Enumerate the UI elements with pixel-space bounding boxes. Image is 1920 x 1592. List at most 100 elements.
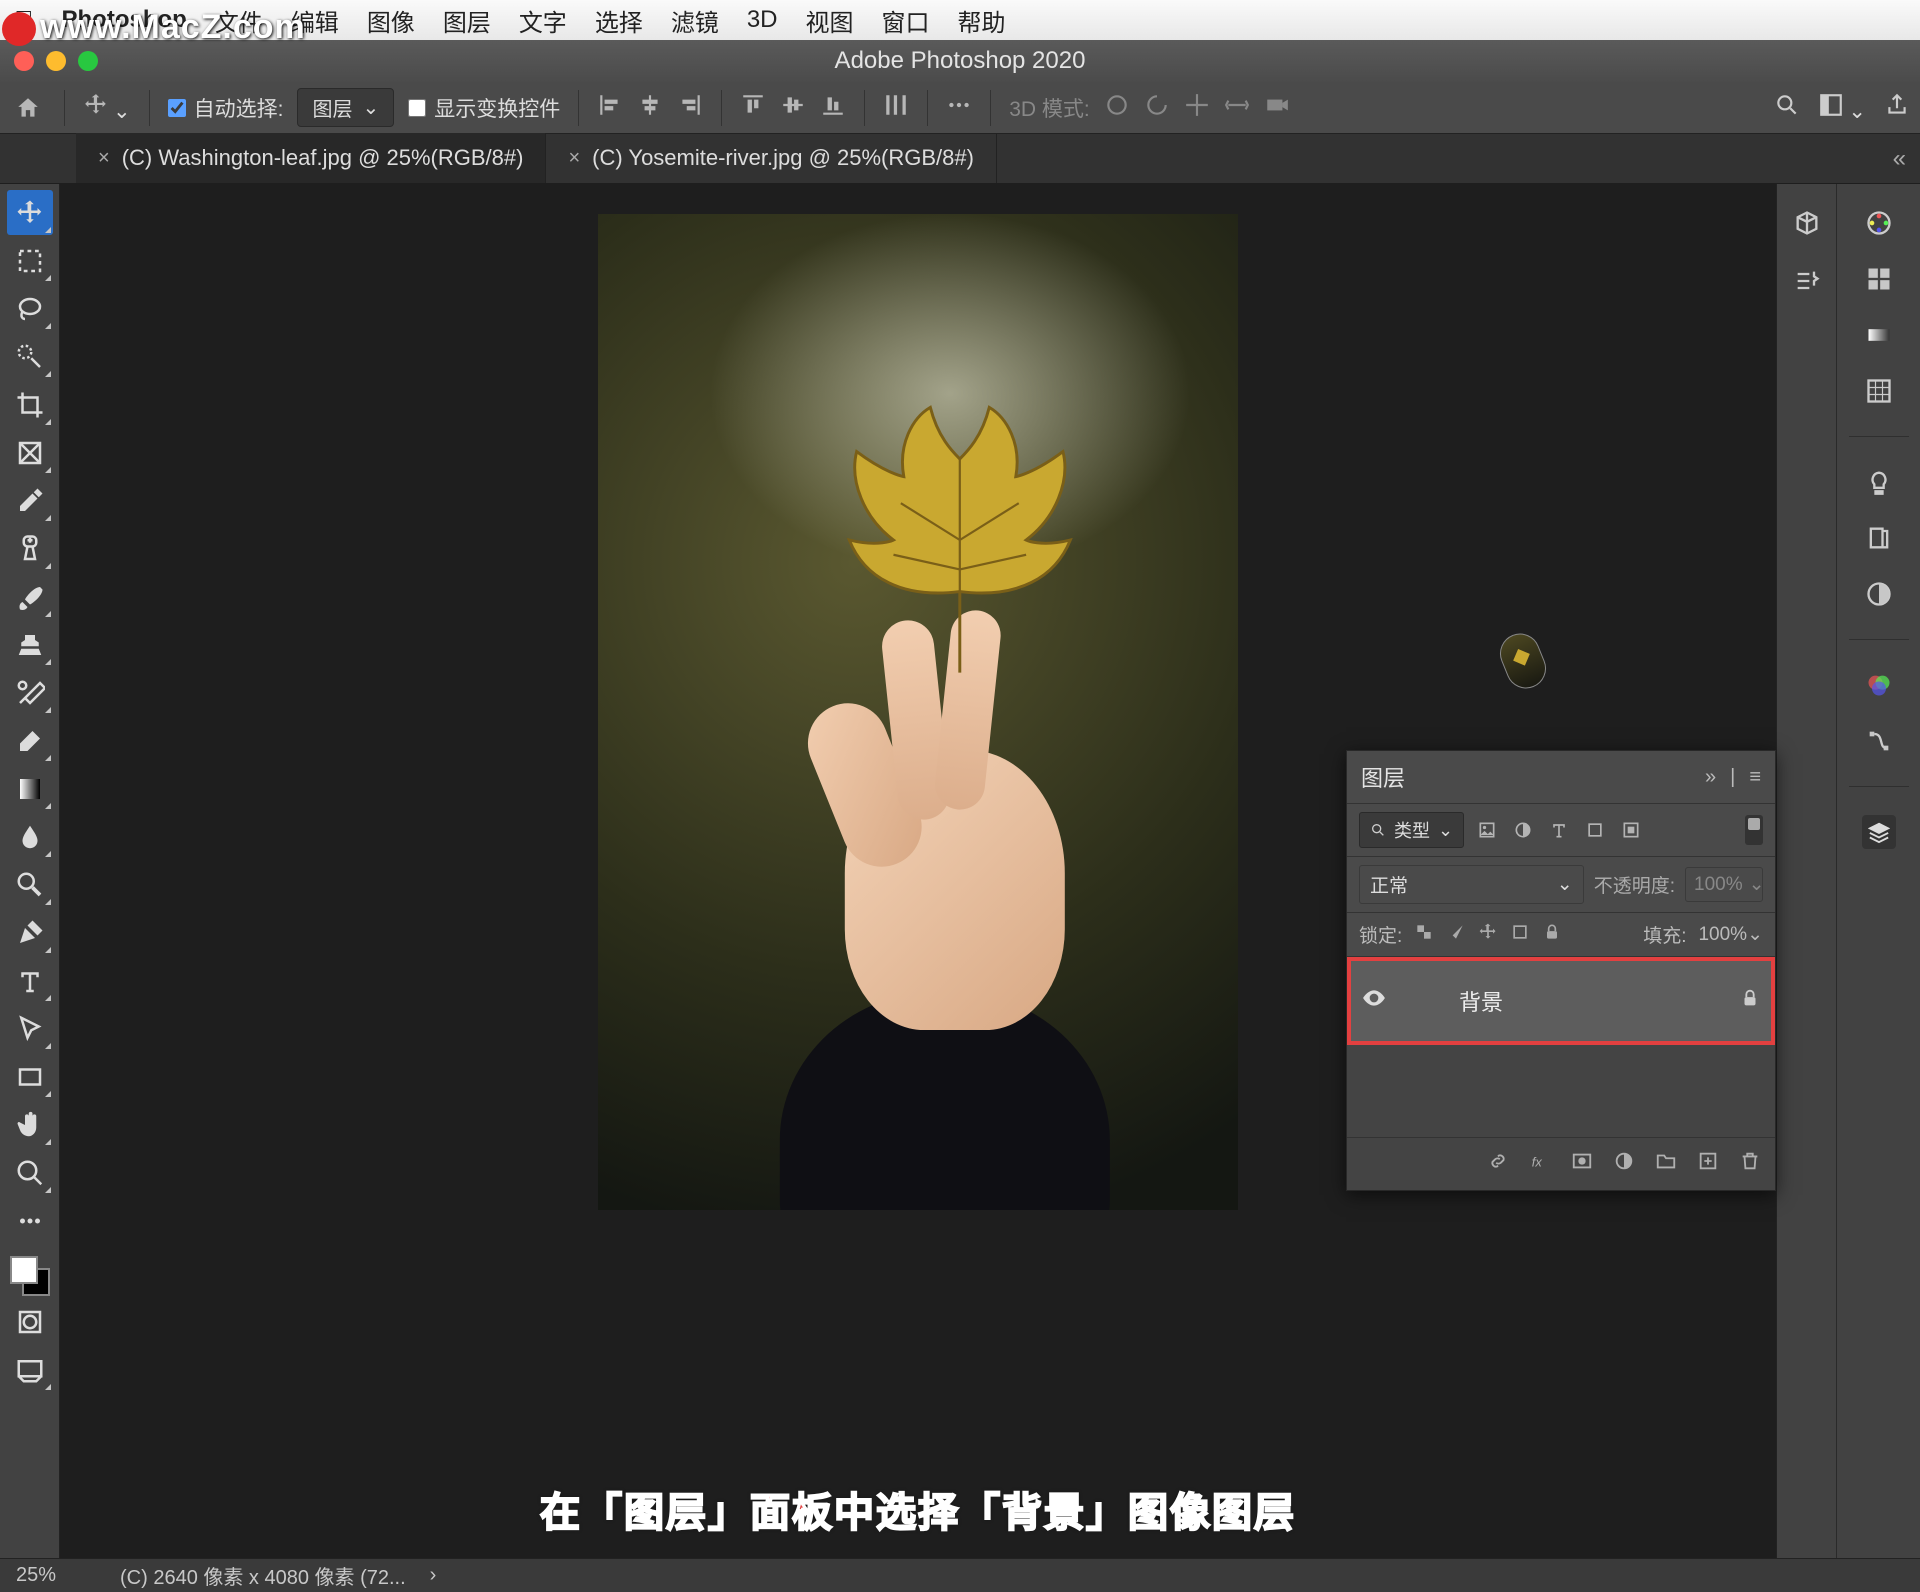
menu-type[interactable]: 文字: [519, 3, 567, 38]
document-canvas[interactable]: [598, 214, 1238, 1210]
quick-selection-tool[interactable]: [7, 334, 53, 379]
align-right-icon[interactable]: [677, 92, 703, 124]
path-selection-tool[interactable]: [7, 1006, 53, 1051]
panel-menu-icon[interactable]: ≡: [1749, 766, 1761, 789]
layers-panel-title[interactable]: 图层: [1361, 761, 1405, 793]
3d-camera-icon[interactable]: [1264, 92, 1290, 124]
close-tab-icon[interactable]: ×: [568, 147, 580, 170]
properties-panel-icon[interactable]: [1790, 264, 1824, 298]
adjustments-panel-icon[interactable]: [1862, 577, 1896, 611]
menu-select[interactable]: 选择: [595, 3, 643, 38]
document-info-chevron[interactable]: ›: [430, 1564, 437, 1587]
menu-help[interactable]: 帮助: [958, 3, 1006, 38]
search-icon[interactable]: [1774, 92, 1800, 124]
delete-layer-icon[interactable]: [1739, 1150, 1761, 1178]
close-window-button[interactable]: [14, 51, 34, 71]
layer-filter-type-dropdown[interactable]: 类型⌄: [1359, 812, 1464, 848]
menu-layer[interactable]: 图层: [443, 3, 491, 38]
new-layer-icon[interactable]: [1697, 1150, 1719, 1178]
opacity-input[interactable]: 100%⌄: [1685, 867, 1763, 902]
align-hcenter-icon[interactable]: [637, 92, 663, 124]
layer-locked-icon[interactable]: [1739, 987, 1761, 1015]
document-tab-active[interactable]: × (C) Washington-leaf.jpg @ 25%(RGB/8#): [76, 133, 546, 183]
paths-panel-icon[interactable]: [1862, 724, 1896, 758]
color-panel-icon[interactable]: [1862, 206, 1896, 240]
document-info[interactable]: (C) 2640 像素 x 4080 像素 (72...: [120, 1561, 406, 1590]
auto-select-checkbox[interactable]: 自动选择:: [168, 93, 284, 123]
menu-view[interactable]: 视图: [806, 3, 854, 38]
move-tool-icon[interactable]: ⌄: [83, 92, 131, 124]
filter-toggle[interactable]: [1745, 815, 1763, 845]
lock-artboard-icon[interactable]: [1510, 922, 1530, 948]
filter-adjustment-icon[interactable]: [1510, 817, 1536, 843]
clone-stamp-tool[interactable]: [7, 622, 53, 667]
align-top-icon[interactable]: [740, 92, 766, 124]
layer-visibility-icon[interactable]: [1361, 985, 1387, 1017]
new-adjustment-icon[interactable]: [1613, 1150, 1635, 1178]
lasso-tool[interactable]: [7, 286, 53, 331]
layer-row-background[interactable]: 背景: [1347, 957, 1775, 1045]
lock-position-icon[interactable]: [1478, 922, 1498, 948]
screen-mode-tool[interactable]: [7, 1347, 53, 1392]
gradients-panel-icon[interactable]: [1862, 318, 1896, 352]
distribute-icon[interactable]: [883, 92, 909, 124]
menu-filter[interactable]: 滤镜: [671, 3, 719, 38]
lock-pixels-icon[interactable]: [1446, 922, 1466, 948]
minimize-window-button[interactable]: [46, 51, 66, 71]
workspace-switcher-icon[interactable]: ⌄: [1818, 92, 1866, 124]
healing-brush-tool[interactable]: [7, 526, 53, 571]
marquee-tool[interactable]: [7, 238, 53, 283]
eraser-tool[interactable]: [7, 718, 53, 763]
layers-panel-icon[interactable]: [1862, 815, 1896, 849]
menu-image[interactable]: 图像: [367, 3, 415, 38]
3d-pan-icon[interactable]: [1184, 92, 1210, 124]
lock-transparency-icon[interactable]: [1414, 922, 1434, 948]
menu-window[interactable]: 窗口: [882, 3, 930, 38]
document-tab[interactable]: × (C) Yosemite-river.jpg @ 25%(RGB/8#): [546, 133, 997, 183]
learn-panel-icon[interactable]: [1862, 465, 1896, 499]
3d-panel-icon[interactable]: [1790, 206, 1824, 240]
new-group-icon[interactable]: [1655, 1150, 1677, 1178]
align-left-icon[interactable]: [597, 92, 623, 124]
zoom-tool[interactable]: [7, 1150, 53, 1195]
auto-select-target-dropdown[interactable]: 图层⌄: [297, 88, 394, 127]
edit-toolbar-icon[interactable]: [7, 1198, 53, 1243]
brush-tool[interactable]: [7, 574, 53, 619]
layer-fx-icon[interactable]: fx: [1529, 1150, 1551, 1178]
add-mask-icon[interactable]: [1571, 1150, 1593, 1178]
blur-tool[interactable]: [7, 814, 53, 859]
3d-orbit-icon[interactable]: [1104, 92, 1130, 124]
show-transform-checkbox[interactable]: 显示变换控件: [408, 93, 560, 123]
link-layers-icon[interactable]: [1487, 1150, 1509, 1178]
color-swatches[interactable]: [10, 1256, 50, 1296]
more-options-icon[interactable]: [946, 92, 972, 124]
align-bottom-icon[interactable]: [820, 92, 846, 124]
rectangle-tool[interactable]: [7, 1054, 53, 1099]
collapse-panels-icon[interactable]: «: [1879, 135, 1920, 183]
lock-all-icon[interactable]: [1542, 922, 1562, 948]
eyedropper-tool[interactable]: [7, 478, 53, 523]
share-icon[interactable]: [1884, 92, 1910, 124]
patterns-panel-icon[interactable]: [1862, 374, 1896, 408]
pen-tool[interactable]: [7, 910, 53, 955]
layer-name[interactable]: 背景: [1459, 985, 1723, 1017]
history-brush-tool[interactable]: [7, 670, 53, 715]
filter-pixel-icon[interactable]: [1474, 817, 1500, 843]
zoom-window-button[interactable]: [78, 51, 98, 71]
blend-mode-dropdown[interactable]: 正常⌄: [1359, 865, 1584, 904]
frame-tool[interactable]: [7, 430, 53, 475]
filter-smartobject-icon[interactable]: [1618, 817, 1644, 843]
crop-tool[interactable]: [7, 382, 53, 427]
zoom-level[interactable]: 25%: [16, 1564, 96, 1587]
type-tool[interactable]: [7, 958, 53, 1003]
menu-3d[interactable]: 3D: [747, 6, 778, 34]
hand-tool[interactable]: [7, 1102, 53, 1147]
quick-mask-tool[interactable]: [7, 1299, 53, 1344]
channels-panel-icon[interactable]: [1862, 668, 1896, 702]
3d-roll-icon[interactable]: [1144, 92, 1170, 124]
align-vcenter-icon[interactable]: [780, 92, 806, 124]
panel-expand-icon[interactable]: »: [1705, 766, 1716, 789]
libraries-panel-icon[interactable]: [1862, 521, 1896, 555]
fill-input[interactable]: 100%⌄: [1698, 923, 1763, 946]
filter-type-icon[interactable]: [1546, 817, 1572, 843]
